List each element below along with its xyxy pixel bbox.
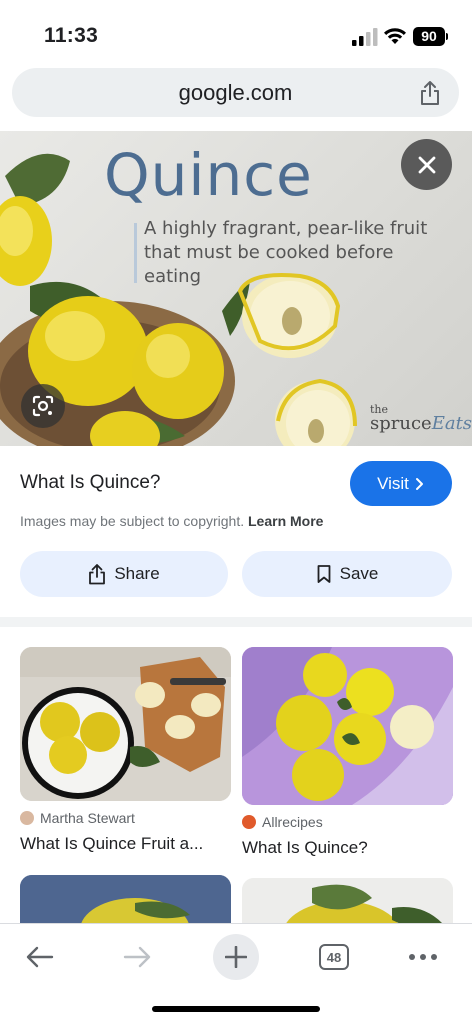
share-icon[interactable] — [419, 80, 441, 106]
address-bar[interactable]: google.com — [12, 68, 459, 117]
martha-stewart-icon — [20, 811, 34, 825]
share-button[interactable]: Share — [20, 551, 228, 597]
cellular-signal-icon — [352, 28, 378, 46]
source-name: Allrecipes — [262, 814, 323, 830]
result-title-1[interactable]: What Is Quince Fruit a... — [20, 834, 203, 854]
source-name: Martha Stewart — [40, 810, 135, 826]
lens-icon — [32, 395, 54, 417]
hero-title: Quince — [104, 141, 313, 209]
home-indicator[interactable] — [152, 1006, 320, 1012]
result-image-2[interactable] — [242, 647, 453, 805]
arrow-right-icon — [123, 946, 151, 968]
allrecipes-icon — [242, 815, 256, 829]
save-label: Save — [339, 564, 379, 583]
brand-logo: the spruceEats — [370, 404, 472, 433]
brand-name: spruce — [370, 413, 432, 434]
quince-cluster-photo — [242, 647, 453, 805]
url-text[interactable]: google.com — [12, 80, 459, 106]
battery-indicator: 90 — [413, 27, 445, 46]
back-button[interactable] — [17, 934, 63, 980]
result-source-1: Martha Stewart — [20, 810, 135, 826]
battery-tip — [446, 33, 448, 40]
copyright-text: Images may be subject to copyright. — [20, 513, 245, 529]
save-button[interactable]: Save — [242, 551, 452, 597]
wifi-icon — [384, 28, 406, 44]
close-button[interactable] — [401, 139, 452, 190]
forward-button[interactable] — [114, 934, 160, 980]
result-source-2: Allrecipes — [242, 814, 323, 830]
new-tab-button[interactable] — [213, 934, 259, 980]
result-title: What Is Quince? — [20, 472, 161, 493]
visit-button[interactable]: Visit — [350, 461, 452, 506]
plus-icon — [225, 946, 247, 968]
share-label: Share — [114, 564, 160, 583]
arrow-left-icon — [26, 946, 54, 968]
copyright-notice: Images may be subject to copyright. Lear… — [20, 513, 323, 529]
more-dots-icon — [409, 954, 437, 960]
quince-plate-photo — [20, 647, 231, 801]
result-image-1[interactable] — [20, 647, 231, 801]
hero-image[interactable]: Quince A highly fragrant, pear-like frui… — [0, 131, 472, 446]
status-bar: 11:33 90 — [0, 0, 472, 64]
share-icon — [89, 564, 106, 585]
result-title-2[interactable]: What Is Quince? — [242, 838, 368, 858]
more-menu-button[interactable] — [400, 934, 446, 980]
brand-eats: Eats — [431, 413, 472, 434]
hero-subtitle: A highly fragrant, pear-like fruit that … — [144, 218, 428, 287]
chevron-right-icon — [415, 477, 423, 490]
section-divider — [0, 617, 472, 627]
tab-count-icon: 48 — [319, 944, 349, 970]
hero-accent-bar — [134, 223, 137, 283]
tab-switcher-button[interactable]: 48 — [311, 934, 357, 980]
lens-button[interactable] — [21, 384, 65, 428]
close-icon — [418, 156, 435, 173]
bookmark-icon — [317, 565, 331, 583]
visit-label: Visit — [377, 473, 409, 493]
learn-more-link[interactable]: Learn More — [248, 513, 323, 529]
status-time: 11:33 — [44, 24, 99, 47]
